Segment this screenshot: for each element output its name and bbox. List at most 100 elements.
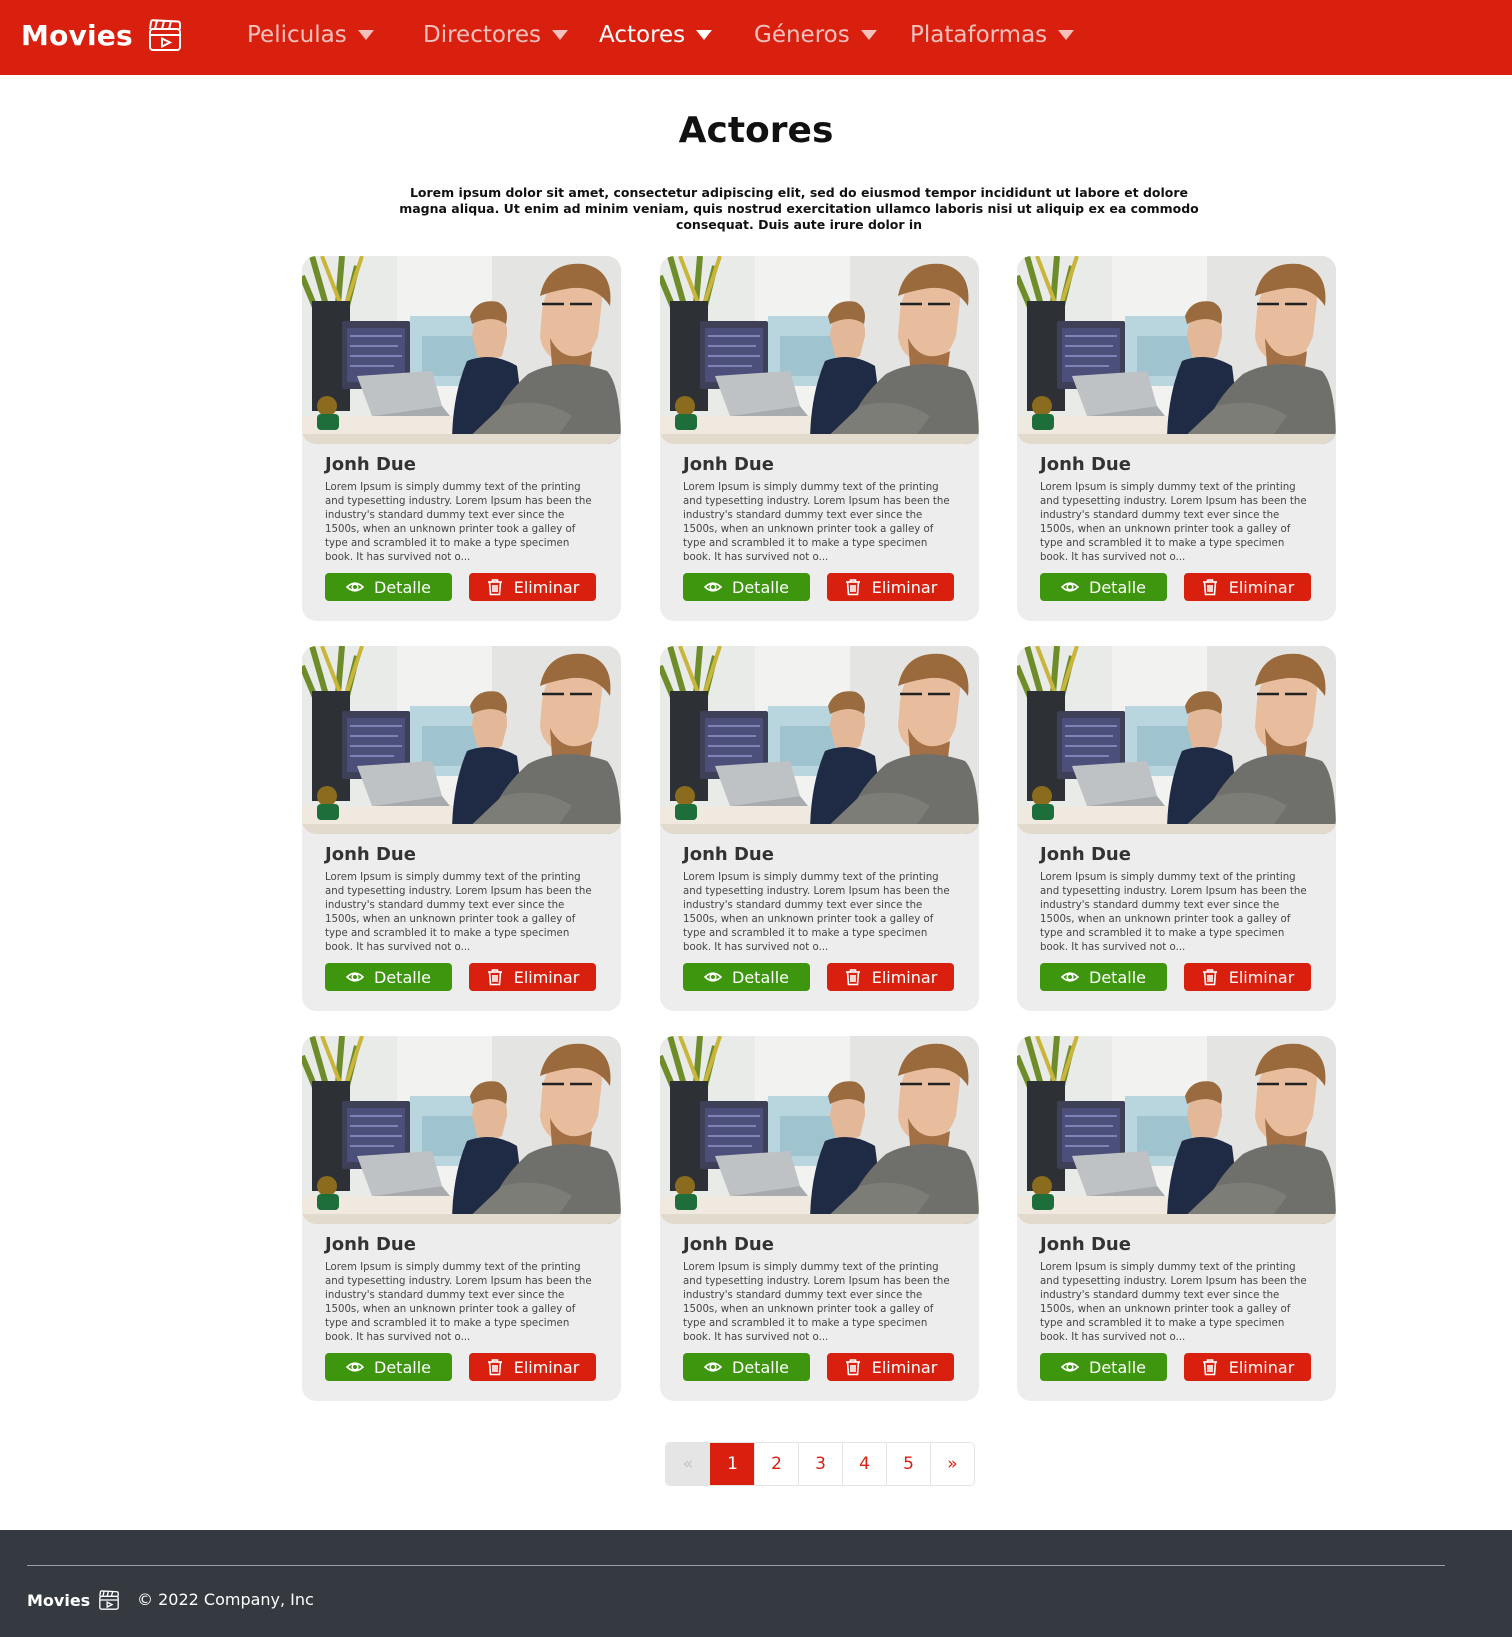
- detail-button-label: Detalle: [374, 1357, 431, 1377]
- actor-name: Jonh Due: [1040, 844, 1131, 865]
- actor-card: Jonh Due Lorem Ipsum is simply dummy text…: [1017, 256, 1336, 621]
- actor-description: Lorem Ipsum is simply dummy text of the …: [683, 872, 950, 953]
- actor-description: Lorem Ipsum is simply dummy text of the …: [325, 872, 592, 953]
- eye-icon: [1061, 972, 1079, 982]
- pagination-page-1[interactable]: 1: [710, 1443, 754, 1485]
- delete-button[interactable]: Eliminar: [827, 573, 954, 601]
- nav-item-plataformas[interactable]: Plataformas: [910, 22, 1075, 48]
- nav-item-label: Plataformas: [910, 22, 1048, 48]
- detail-button-label: Detalle: [374, 577, 431, 597]
- nav-item-label: Actores: [599, 22, 686, 48]
- clapperboard-play-icon: [99, 1590, 120, 1610]
- eye-icon: [346, 1362, 364, 1372]
- trash-icon: [845, 579, 860, 596]
- actor-name: Jonh Due: [325, 454, 416, 475]
- nav-item-directores[interactable]: Directores: [423, 22, 569, 48]
- detail-button[interactable]: Detalle: [683, 1353, 810, 1381]
- delete-button-label: Eliminar: [513, 967, 580, 987]
- detail-button[interactable]: Detalle: [683, 573, 810, 601]
- detail-button-label: Detalle: [1089, 1357, 1146, 1377]
- eye-icon: [704, 582, 722, 592]
- delete-button[interactable]: Eliminar: [469, 963, 596, 991]
- detail-button[interactable]: Detalle: [325, 963, 452, 991]
- caret-down-icon: [552, 30, 569, 40]
- nav-item-label: Géneros: [754, 22, 850, 48]
- trash-icon: [1202, 969, 1217, 986]
- actor-description: Lorem Ipsum is simply dummy text of the …: [683, 482, 950, 563]
- detail-button-label: Detalle: [1089, 967, 1146, 987]
- detail-button[interactable]: Detalle: [325, 1353, 452, 1381]
- detail-button[interactable]: Detalle: [1040, 963, 1167, 991]
- navbar: Movies Peliculas Directores Actores Géneros…: [0, 0, 1512, 75]
- clapperboard-play-icon: [148, 19, 181, 51]
- pagination-page-3[interactable]: 3: [798, 1443, 842, 1485]
- nav-item-label: Peliculas: [247, 22, 347, 48]
- actor-name: Jonh Due: [325, 844, 416, 865]
- trash-icon: [845, 1359, 860, 1376]
- actor-card: Jonh Due Lorem Ipsum is simply dummy text…: [660, 646, 979, 1011]
- pagination-page-2[interactable]: 2: [754, 1443, 798, 1485]
- delete-button-label: Eliminar: [871, 577, 938, 597]
- pagination-prev-button[interactable]: «: [666, 1443, 710, 1485]
- detail-button-label: Detalle: [732, 577, 789, 597]
- caret-down-icon: [860, 30, 877, 40]
- delete-button[interactable]: Eliminar: [827, 963, 954, 991]
- brand-name: Movies: [21, 18, 133, 52]
- actor-description: Lorem Ipsum is simply dummy text of the …: [325, 482, 592, 563]
- detail-button[interactable]: Detalle: [683, 963, 810, 991]
- caret-down-icon: [1058, 30, 1075, 40]
- pagination-next-button[interactable]: »: [930, 1443, 974, 1485]
- detail-button-label: Detalle: [732, 1357, 789, 1377]
- detail-button-label: Detalle: [732, 967, 789, 987]
- eye-icon: [1061, 1362, 1079, 1372]
- delete-button[interactable]: Eliminar: [469, 573, 596, 601]
- actor-photo: [1017, 256, 1336, 444]
- pagination: « 1 2 3 4 5 »: [665, 1442, 975, 1486]
- pagination-page-5[interactable]: 5: [886, 1443, 930, 1485]
- trash-icon: [845, 969, 860, 986]
- pagination-page-4[interactable]: 4: [842, 1443, 886, 1485]
- actor-description: Lorem Ipsum is simply dummy text of the …: [1040, 482, 1307, 563]
- actor-description: Lorem Ipsum is simply dummy text of the …: [683, 1262, 950, 1343]
- delete-button-label: Eliminar: [1228, 577, 1295, 597]
- actor-name: Jonh Due: [1040, 1234, 1131, 1255]
- eye-icon: [1061, 582, 1079, 592]
- actor-card: Jonh Due Lorem Ipsum is simply dummy text…: [302, 646, 621, 1011]
- trash-icon: [1202, 1359, 1217, 1376]
- footer-copyright: © 2022 Company, Inc: [137, 1590, 314, 1609]
- actor-name: Jonh Due: [1040, 454, 1131, 475]
- brand-link[interactable]: Movies: [21, 17, 183, 53]
- delete-button[interactable]: Eliminar: [827, 1353, 954, 1381]
- delete-button-label: Eliminar: [1228, 967, 1295, 987]
- nav-item-label: Directores: [423, 22, 542, 48]
- nav-item-generos[interactable]: Géneros: [754, 22, 878, 48]
- delete-button[interactable]: Eliminar: [1184, 573, 1311, 601]
- actor-name: Jonh Due: [683, 844, 774, 865]
- footer: Movies © 2022 Company, Inc: [0, 1530, 1512, 1637]
- delete-button[interactable]: Eliminar: [1184, 1353, 1311, 1381]
- footer-brand-link[interactable]: Movies: [27, 1589, 120, 1611]
- detail-button[interactable]: Detalle: [325, 573, 452, 601]
- delete-button[interactable]: Eliminar: [1184, 963, 1311, 991]
- eye-icon: [704, 972, 722, 982]
- nav-item-actores[interactable]: Actores: [599, 22, 713, 48]
- actor-photo: [302, 1036, 621, 1224]
- actor-card: Jonh Due Lorem Ipsum is simply dummy text…: [660, 1036, 979, 1401]
- eye-icon: [346, 582, 364, 592]
- actor-description: Lorem Ipsum is simply dummy text of the …: [1040, 872, 1307, 953]
- actor-name: Jonh Due: [683, 1234, 774, 1255]
- nav-item-peliculas[interactable]: Peliculas: [247, 22, 375, 48]
- actor-card: Jonh Due Lorem Ipsum is simply dummy text…: [660, 256, 979, 621]
- actor-photo: [302, 646, 621, 834]
- delete-button[interactable]: Eliminar: [469, 1353, 596, 1381]
- actor-card: Jonh Due Lorem Ipsum is simply dummy text…: [1017, 1036, 1336, 1401]
- detail-button-label: Detalle: [1089, 577, 1146, 597]
- eye-icon: [346, 972, 364, 982]
- delete-button-label: Eliminar: [1228, 1357, 1295, 1377]
- detail-button[interactable]: Detalle: [1040, 1353, 1167, 1381]
- caret-down-icon: [357, 30, 374, 40]
- delete-button-label: Eliminar: [513, 1357, 580, 1377]
- actor-photo: [660, 646, 979, 834]
- detail-button[interactable]: Detalle: [1040, 573, 1167, 601]
- detail-button-label: Detalle: [374, 967, 431, 987]
